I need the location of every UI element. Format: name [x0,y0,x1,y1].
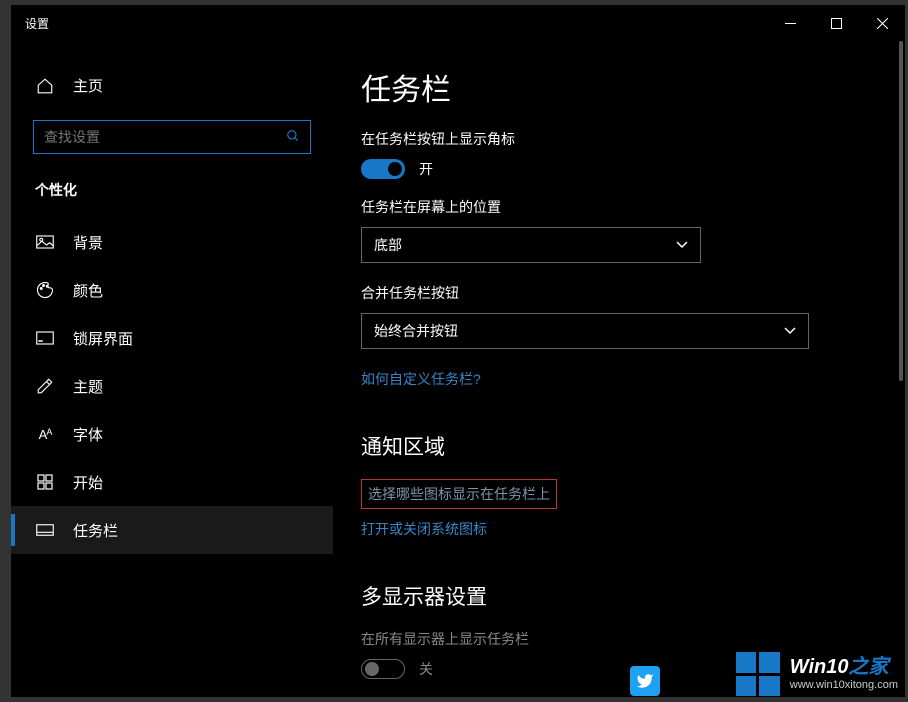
search-input-container[interactable] [33,120,311,154]
home-label: 主页 [73,75,103,96]
combine-label: 合并任务栏按钮 [361,283,877,303]
sidebar-item-fonts[interactable]: AA 字体 [11,410,333,458]
select-icons-link[interactable]: 选择哪些图标显示在任务栏上 [368,484,550,504]
badge-toggle[interactable] [361,159,405,179]
multi-toggle[interactable] [361,659,405,679]
search-input[interactable] [44,129,286,145]
sidebar-item-label: 锁屏界面 [73,328,133,349]
taskbar-icon [35,523,55,537]
palette-icon [35,281,55,299]
position-dropdown[interactable]: 底部 [361,227,701,263]
sidebar-item-label: 任务栏 [73,520,118,541]
watermark-brand: Win10之家 [790,655,898,679]
system-icons-link[interactable]: 打开或关闭系统图标 [361,519,487,539]
sidebar-item-label: 开始 [73,472,103,493]
sidebar: 主页 个性化 背景 颜色 [11,41,333,697]
start-icon [35,474,55,490]
sidebar-item-label: 颜色 [73,280,103,301]
minimize-button[interactable] [767,5,813,41]
close-button[interactable] [859,5,905,41]
scrollbar[interactable] [899,41,903,381]
combine-value: 始终合并按钮 [374,321,458,341]
sidebar-item-lockscreen[interactable]: 锁屏界面 [11,314,333,362]
titlebar: 设置 [11,5,905,41]
theme-icon [35,377,55,395]
watermark: Win10之家 www.win10xitong.com [736,652,898,696]
sidebar-section-label: 个性化 [11,176,333,218]
multi-monitor-heading: 多显示器设置 [361,581,877,611]
search-icon [286,129,300,146]
customize-taskbar-link[interactable]: 如何自定义任务栏? [361,369,481,389]
settings-window: 设置 主页 个性化 [10,4,906,698]
sidebar-item-background[interactable]: 背景 [11,218,333,266]
notification-area-heading: 通知区域 [361,431,877,461]
window-title: 设置 [25,15,767,32]
chevron-down-icon [784,324,796,338]
position-label: 任务栏在屏幕上的位置 [361,197,877,217]
main-content: 任务栏 在任务栏按钮上显示角标 开 任务栏在屏幕上的位置 底部 合并任务栏按钮 … [333,41,905,697]
sidebar-item-colors[interactable]: 颜色 [11,266,333,314]
sidebar-item-label: 背景 [73,232,103,253]
sidebar-item-label: 字体 [73,424,103,445]
twitter-badge [630,666,660,696]
chevron-down-icon [676,238,688,252]
sidebar-item-themes[interactable]: 主题 [11,362,333,410]
multi-toggle-state: 关 [419,659,433,679]
badge-toggle-state: 开 [419,159,433,179]
windows-logo-icon [736,652,780,696]
page-title: 任务栏 [361,65,877,109]
sidebar-item-taskbar[interactable]: 任务栏 [11,506,333,554]
home-icon [35,77,55,95]
position-value: 底部 [374,235,402,255]
lockscreen-icon [35,331,55,345]
picture-icon [35,235,55,249]
sidebar-item-label: 主题 [73,376,103,397]
combine-dropdown[interactable]: 始终合并按钮 [361,313,809,349]
multi-label: 在所有显示器上显示任务栏 [361,629,877,649]
select-icons-highlight: 选择哪些图标显示在任务栏上 [361,479,557,509]
maximize-button[interactable] [813,5,859,41]
font-icon: AA [35,427,55,442]
watermark-url: www.win10xitong.com [790,679,898,692]
sidebar-item-start[interactable]: 开始 [11,458,333,506]
badge-label: 在任务栏按钮上显示角标 [361,129,877,149]
badge-toggle-row: 开 [361,159,877,179]
home-link[interactable]: 主页 [11,67,333,104]
